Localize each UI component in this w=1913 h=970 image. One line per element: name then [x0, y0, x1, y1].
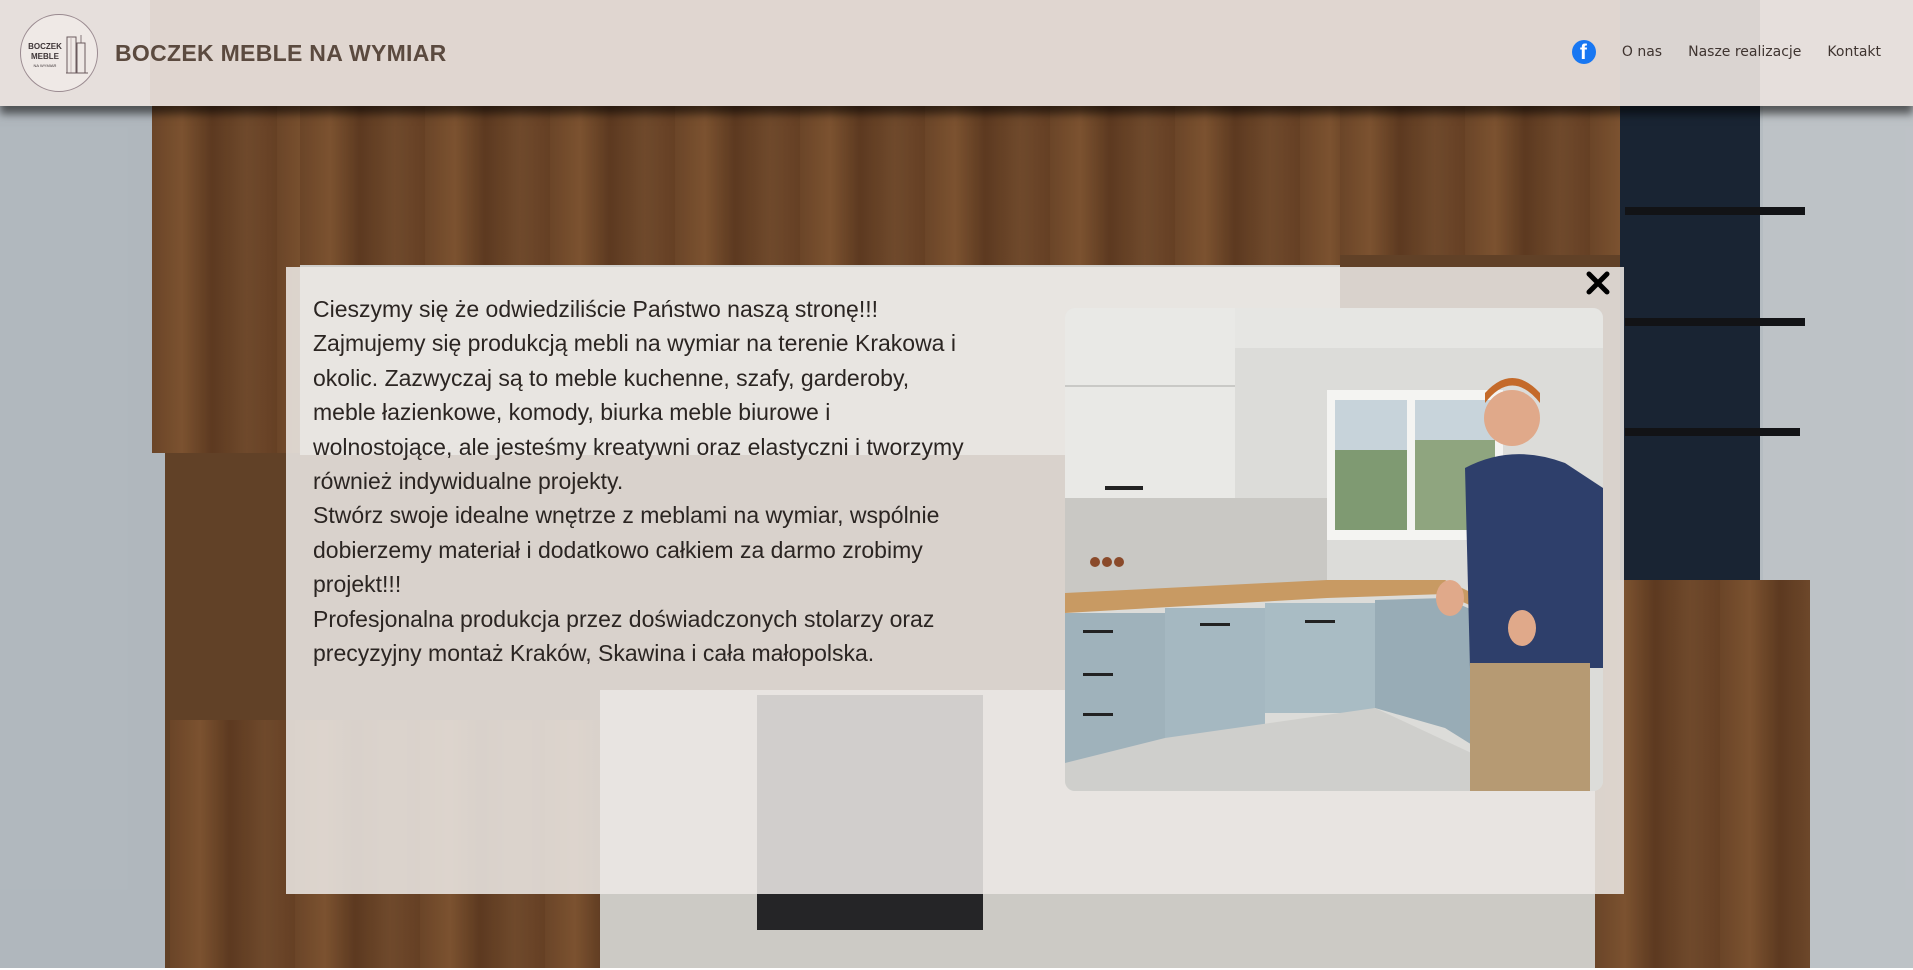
logo-line-1: BOCZEK [28, 42, 62, 51]
close-icon[interactable] [1584, 269, 1612, 297]
modal-paragraph-production: Profesjonalna produkcja przez doświadczo… [313, 605, 935, 667]
facebook-icon[interactable]: f [1571, 40, 1596, 64]
welcome-modal: Cieszymy się że odwiedziliście Państwo n… [286, 267, 1624, 894]
modal-paragraph-offer: Zajmujemy się produkcją mebli na wymiar … [313, 330, 964, 495]
modal-description: Cieszymy się że odwiedziliście Państwo n… [313, 292, 973, 670]
brand-logo[interactable]: BOCZEK MEBLE NA WYMIAR [20, 14, 98, 92]
logo-cabinet-icon [66, 35, 88, 74]
modal-paragraph-design: Stwórz swoje idealne wnętrze z meblami n… [313, 502, 940, 598]
main-nav: f O nas Nasze realizacje Kontakt [1571, 40, 1881, 64]
kitchen-photo-with-craftsman [1065, 308, 1603, 791]
nav-link-contact[interactable]: Kontakt [1827, 44, 1881, 60]
logo-line-2: MEBLE [31, 52, 59, 61]
logo-line-3: NA WYMIAR [33, 63, 57, 68]
nav-link-realizations[interactable]: Nasze realizacje [1688, 44, 1801, 60]
site-header: BOCZEK MEBLE NA WYMIAR BOCZEK MEBLE NA W… [0, 0, 1913, 106]
nav-link-about[interactable]: O nas [1622, 44, 1662, 60]
modal-paragraph-greeting: Cieszymy się że odwiedziliście Państwo n… [313, 296, 879, 322]
site-title[interactable]: BOCZEK MEBLE NA WYMIAR [115, 40, 447, 67]
